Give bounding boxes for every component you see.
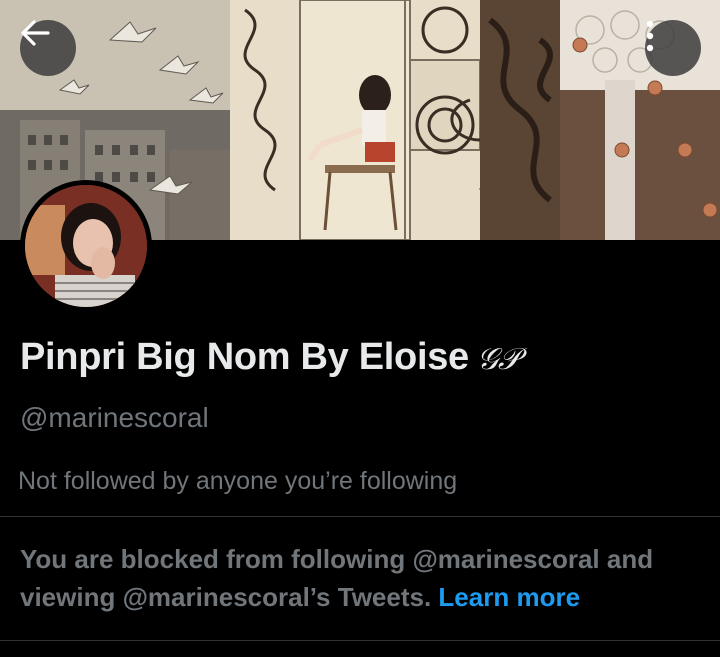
more-vertical-icon <box>646 20 654 52</box>
followers-note: Not followed by anyone you’re following <box>18 467 458 495</box>
more-options-button[interactable] <box>645 20 701 76</box>
divider <box>0 516 720 517</box>
blocked-notice: You are blocked from following @marinesc… <box>20 540 710 616</box>
divider <box>0 640 720 641</box>
arrow-left-icon <box>21 20 50 46</box>
learn-more-link[interactable]: Learn more <box>438 582 580 612</box>
avatar-image <box>25 185 147 307</box>
name-badge: 𝒢𝒫 <box>476 342 520 377</box>
display-name: Pinpri Big Nom By Eloise <box>20 336 469 378</box>
back-button[interactable] <box>20 20 76 76</box>
profile-name: Pinpri Big Nom By Eloise 𝒢𝒫 <box>20 336 520 379</box>
avatar[interactable] <box>20 180 152 312</box>
profile-handle: @marinescoral <box>20 402 209 433</box>
